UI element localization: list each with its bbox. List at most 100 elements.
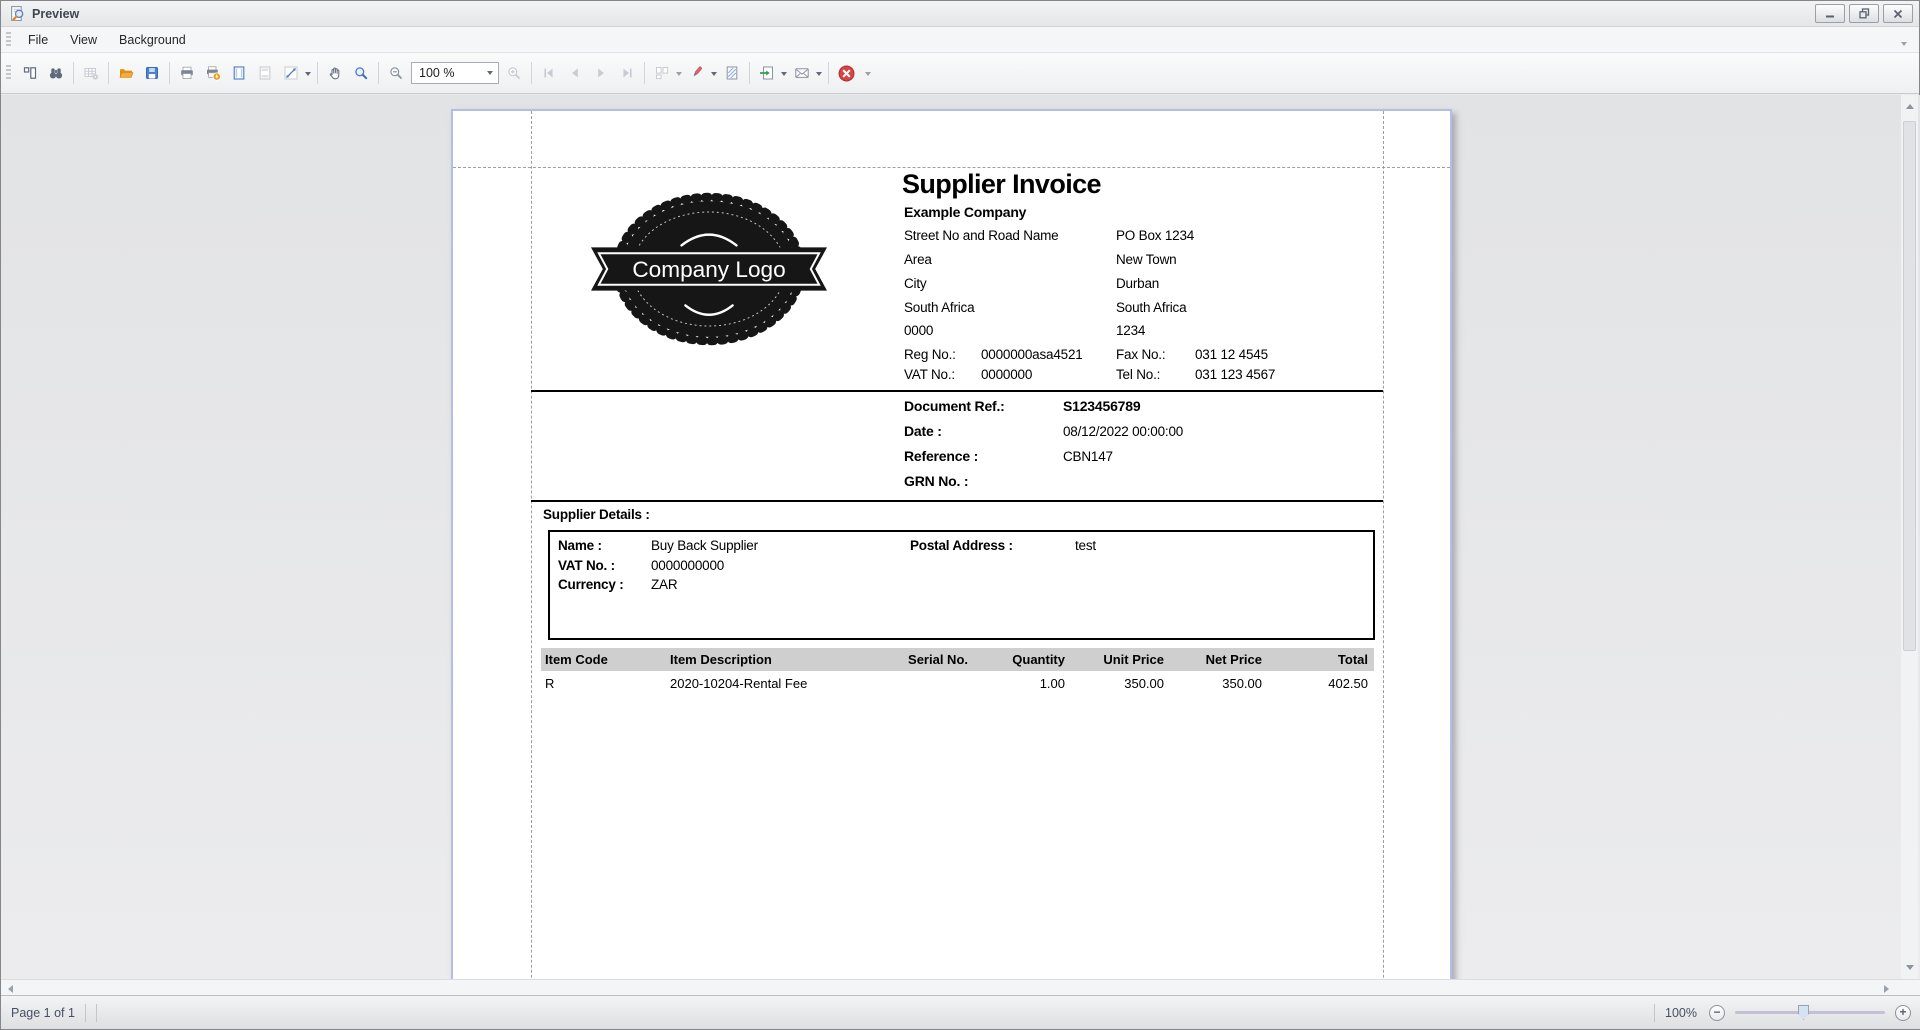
zoom-slider-thumb[interactable] (1798, 1005, 1809, 1020)
col-total: Total (1337, 652, 1368, 667)
report-title: Supplier Invoice (902, 169, 1102, 199)
address-line: City (904, 276, 927, 291)
currency-value: ZAR (651, 577, 678, 592)
hand-tool-button[interactable] (322, 60, 348, 86)
page-setup-button[interactable] (226, 60, 252, 86)
scroll-up-arrow-icon[interactable] (1906, 104, 1914, 109)
scroll-left-arrow-icon[interactable] (8, 985, 13, 993)
restore-button[interactable] (1849, 4, 1879, 23)
export-dropdown-arrow-icon[interactable] (781, 72, 787, 79)
menu-background[interactable]: Background (108, 29, 197, 51)
title-bar: Preview (1, 1, 1919, 27)
vat-no-label: VAT No.: (904, 367, 955, 382)
preview-window: Preview File View Background 100 % Compa… (0, 0, 1920, 1030)
quick-print-icon (205, 65, 221, 81)
customize-button[interactable] (78, 60, 104, 86)
cell-item-description: 2020-10204-Rental Fee (670, 676, 808, 691)
zoom-percent-label: 100% (1665, 1005, 1697, 1020)
zoom-increase-button[interactable]: + (1895, 1004, 1911, 1021)
toolbar-grip[interactable] (6, 65, 11, 81)
col-net-price: Net Price (1205, 652, 1262, 667)
company-name: Example Company (904, 204, 1027, 220)
close-preview-button[interactable] (833, 60, 859, 86)
reference-value: CBN147 (1063, 449, 1113, 464)
fax-no-label: Fax No.: (1116, 347, 1166, 362)
minimize-button[interactable] (1815, 4, 1845, 23)
menu-bar: File View Background (1, 27, 1919, 53)
magnifier-button[interactable] (348, 60, 374, 86)
tel-no-label: Tel No.: (1116, 367, 1161, 382)
header-divider (531, 390, 1383, 392)
watermark-icon (724, 65, 740, 81)
quick-print-button[interactable] (200, 60, 226, 86)
address-line: New Town (1116, 252, 1177, 267)
right-margin-guide[interactable] (1383, 111, 1384, 979)
search-button[interactable] (43, 60, 69, 86)
header-footer-icon (257, 65, 273, 81)
menubar-overflow-arrow-icon[interactable] (1901, 42, 1907, 49)
postal-address-label: Postal Address : (910, 538, 1013, 553)
postal-address-value: test (1075, 538, 1096, 553)
zoom-combobox[interactable]: 100 % (411, 62, 499, 84)
menu-file[interactable]: File (17, 29, 59, 51)
items-table-header: Item Code Item Description Serial No. Qu… (541, 648, 1374, 671)
zoom-in-icon (506, 65, 522, 81)
first-page-button[interactable] (536, 60, 562, 86)
print-button[interactable] (174, 60, 200, 86)
scroll-right-arrow-icon[interactable] (1884, 985, 1889, 993)
watermark-button[interactable] (719, 60, 745, 86)
toolbar: 100 % (1, 53, 1919, 94)
supplier-name-value: Buy Back Supplier (651, 538, 758, 553)
zoom-in-button[interactable] (501, 60, 527, 86)
cell-net-price: 350.00 (1222, 676, 1262, 691)
last-page-button[interactable] (614, 60, 640, 86)
page-color-button[interactable] (684, 60, 710, 86)
left-margin-guide[interactable] (531, 111, 532, 979)
zoom-combobox-arrow-icon[interactable] (487, 71, 493, 78)
next-page-icon (593, 65, 609, 81)
scale-button[interactable] (278, 60, 304, 86)
header-footer-button[interactable] (252, 60, 278, 86)
first-page-icon (541, 65, 557, 81)
email-dropdown-arrow-icon[interactable] (816, 72, 822, 79)
supplier-details-box: Name : Buy Back Supplier Postal Address … (548, 530, 1375, 640)
zoom-decrease-button[interactable]: − (1709, 1004, 1725, 1021)
menubar-grip[interactable] (6, 31, 11, 48)
address-line: Street No and Road Name (904, 228, 1059, 243)
company-logo-text: Company Logo (632, 257, 785, 282)
previous-page-icon (567, 65, 583, 81)
vertical-scrollbar[interactable] (1901, 95, 1918, 979)
open-button[interactable] (113, 60, 139, 86)
previous-page-button[interactable] (562, 60, 588, 86)
toolbar-overflow-arrow-icon[interactable] (865, 72, 871, 79)
email-button[interactable] (789, 60, 815, 86)
address-line: Area (904, 252, 932, 267)
close-button[interactable] (1883, 4, 1913, 23)
address-line: 1234 (1116, 323, 1146, 338)
save-button[interactable] (139, 60, 165, 86)
scale-dropdown-arrow-icon[interactable] (305, 72, 311, 79)
col-item-description: Item Description (670, 652, 772, 667)
preview-surface[interactable]: Company Logo Supplier Invoice Example Co… (1, 95, 1920, 979)
menu-view[interactable]: View (59, 29, 108, 51)
status-bar: Page 1 of 1 100% − + (1, 995, 1920, 1029)
document-map-button[interactable] (17, 60, 43, 86)
zoom-out-button[interactable] (383, 60, 409, 86)
page-color-dropdown-arrow-icon[interactable] (711, 72, 717, 79)
zoom-control: 100% − + (1644, 1003, 1911, 1022)
document-map-icon (22, 65, 38, 81)
page-setup-icon (231, 65, 247, 81)
cell-total: 402.50 (1328, 676, 1368, 691)
zoom-slider[interactable] (1735, 1005, 1885, 1020)
tel-no-value: 031 123 4567 (1195, 367, 1276, 382)
magnifier-icon (353, 65, 369, 81)
scroll-down-arrow-icon[interactable] (1906, 965, 1914, 970)
multiple-pages-dropdown-arrow-icon[interactable] (676, 72, 682, 79)
top-margin-guide[interactable] (453, 167, 1450, 168)
supplier-details-heading: Supplier Details : (543, 507, 650, 522)
hand-icon (327, 65, 343, 81)
export-button[interactable] (754, 60, 780, 86)
next-page-button[interactable] (588, 60, 614, 86)
vertical-scroll-thumb[interactable] (1903, 121, 1916, 651)
multiple-pages-button[interactable] (649, 60, 675, 86)
